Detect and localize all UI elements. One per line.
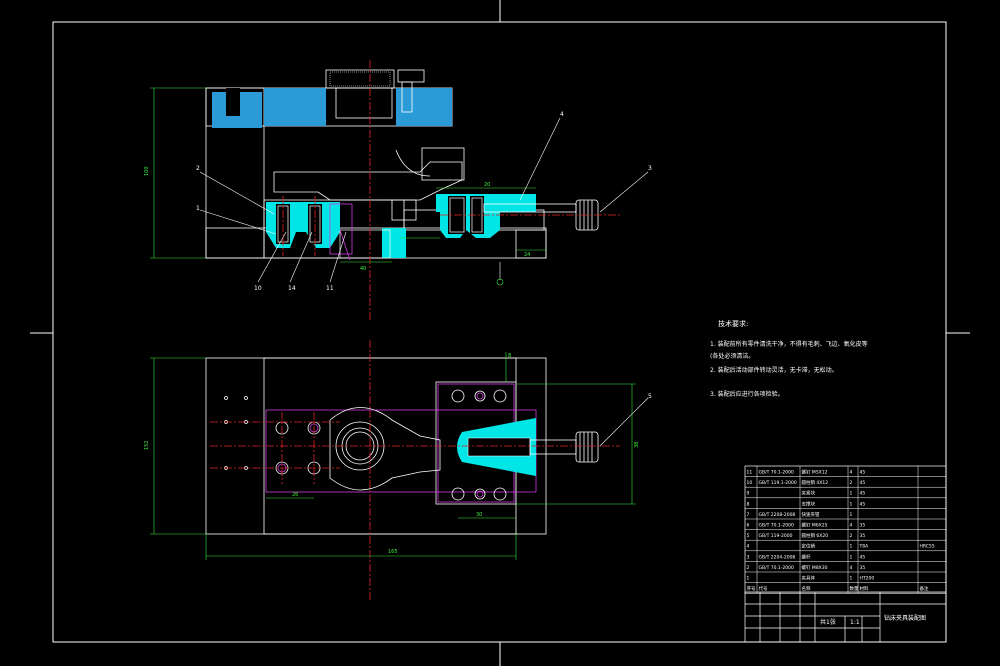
technical-notes: 技术要求: 1. 装配前所有零件清洗干净，不得有毛刺、飞边、氧化皮等 (各处必须…: [710, 319, 868, 398]
tech-note-line-3: 2. 装配后活动部件转动灵活，无卡滞，无松动。: [710, 366, 838, 374]
bom-cell-note: HRC55: [920, 544, 935, 550]
bom-cell-qty: 4: [850, 565, 853, 571]
bom-cell-material: 45: [860, 480, 866, 486]
tech-note-line-2: (各处必须清洁。: [710, 352, 754, 360]
bom-cell-no: 5: [747, 533, 750, 539]
bom-cell-name: 螺钉 M6X25: [802, 522, 828, 529]
bom-cell-code: GB/T 119-2000: [759, 533, 793, 539]
bom-header-code: 代号: [759, 585, 768, 592]
front-section-view: [150, 60, 649, 320]
balloon-11: 11: [326, 285, 334, 292]
bom-cell-no: 2: [747, 565, 750, 571]
dim-front-height: 100: [144, 166, 150, 176]
bom-cell-qty: 4: [850, 470, 853, 476]
bom-cell-material: HT200: [860, 576, 875, 582]
bom-cell-code: GB/T 70.1-2000: [759, 523, 795, 529]
dim-8: 8: [508, 353, 511, 359]
bom-cell-no: 9: [747, 491, 750, 497]
bom-cell-name: 圆柱销 6X20: [802, 532, 829, 539]
bom-cell-qty: 1: [850, 576, 853, 582]
bom-cell-material: 45: [860, 491, 866, 497]
bom-cell-qty: 1: [850, 554, 853, 560]
bom-cell-name: 支撑块: [802, 500, 816, 507]
bom-cell-name: 圆柱销 4X12: [802, 479, 829, 486]
bom-cell-code: GB/T 119.1-2000: [759, 480, 797, 486]
bom-cell-name: 快速夹钳: [802, 511, 820, 518]
bom-cell-material: 45: [860, 470, 866, 476]
balloon-10: 10: [254, 285, 262, 292]
bom-cell-qty: 1: [850, 544, 853, 550]
balloon-1: 1: [196, 205, 200, 212]
bom-cell-no: 6: [747, 523, 750, 529]
dim-26: 26: [292, 492, 298, 498]
bom-cell-no: 8: [747, 501, 750, 507]
bom-cell-no: 11: [747, 470, 753, 476]
bom-cell-qty: 2: [850, 533, 853, 539]
bom-cell-material: T8A: [859, 544, 870, 550]
bom-header-name: 名称: [802, 585, 811, 592]
dim-30: 30: [476, 512, 482, 518]
bom-cell-code: GB/T 70.1-2000: [759, 565, 795, 571]
drawing-name: 钻床夹具装配图: [884, 614, 926, 622]
dimension-labels: 100 152 165 38 20 26 40 30 24 8: [144, 166, 640, 555]
bom-cell-name: 夹紧块: [802, 490, 816, 497]
tech-notes-title: 技术要求:: [718, 319, 748, 328]
bom-table: 11 GB/T 70.1-2000 螺钉 M5X12 4 4510 GB/T 119.1-…: [744, 465, 947, 594]
bom-cell-no: 7: [747, 512, 750, 518]
dim-plan-height: 152: [144, 440, 150, 450]
sheet-frame: [30, 0, 970, 666]
bom-cell-code: GB/T 70.1-2000: [759, 470, 795, 476]
bom-cell-no: 1: [747, 576, 750, 582]
dim-plan-right: 38: [634, 442, 640, 448]
dim-40: 40: [360, 266, 366, 272]
bom-cell-qty: 2: [850, 480, 853, 486]
balloon-2: 2: [196, 165, 200, 172]
drawing-canvas: 100 152 165 38 20 26 40 30 24 8 2 1 10 1…: [30, 0, 970, 666]
bom-cell-material: 45: [860, 501, 866, 507]
plan-view: [150, 340, 649, 600]
bom-cell-no: 3: [747, 554, 750, 560]
bom-header-qty: 数量: [850, 585, 859, 592]
bom-cell-name: 螺钉 M5X12: [802, 469, 828, 476]
bom-cell-material: 35: [860, 533, 866, 539]
bom-cell-material: 35: [860, 523, 866, 529]
balloon-4: 4: [560, 111, 564, 118]
tech-note-line-4: 3. 装配后应进行各项检验。: [710, 390, 784, 398]
bom-header-no: 序号: [747, 585, 756, 592]
dim-20: 20: [484, 182, 490, 188]
balloon-3: 3: [648, 165, 652, 172]
bom-cell-name: 定位销: [802, 543, 816, 550]
bom-cell-code: GB/T 2208-2008: [759, 512, 796, 518]
bom-cell-no: 4: [747, 544, 750, 550]
bom-cell-material: 35: [860, 565, 866, 571]
drawing-sheet: 共1张: [820, 618, 836, 626]
balloon-5: 5: [648, 393, 652, 400]
bom-cell-no: 10: [747, 480, 753, 486]
bom-cell-qty: 1: [850, 512, 853, 518]
bom-cell-qty: 1: [850, 491, 853, 497]
bom-cell-qty: 1: [850, 501, 853, 507]
bom-cell-name: 螺杆: [802, 553, 811, 560]
tech-note-line-1: 1. 装配前所有零件清洗干净，不得有毛刺、飞边、氧化皮等: [710, 340, 868, 348]
top-plate: [205, 69, 453, 128]
drawing-scale: 1:1: [850, 619, 860, 626]
title-block: 钻床夹具装配图 1:1 共1张: [744, 591, 947, 643]
bom-cell-name: 螺钉 M8X30: [802, 564, 828, 571]
bom-cell-name: 夹具体: [802, 575, 816, 582]
bom-header-note: 备注: [920, 585, 929, 592]
bom-cell-code: GB/T 2204-2008: [759, 554, 796, 560]
dim-24: 24: [524, 252, 530, 258]
bom-cell-material: 45: [860, 554, 866, 560]
bom-cell-qty: 4: [850, 523, 853, 529]
dim-plan-width: 165: [388, 549, 398, 555]
balloon-14: 14: [288, 285, 296, 292]
bom-header-material: 材料: [860, 585, 869, 592]
